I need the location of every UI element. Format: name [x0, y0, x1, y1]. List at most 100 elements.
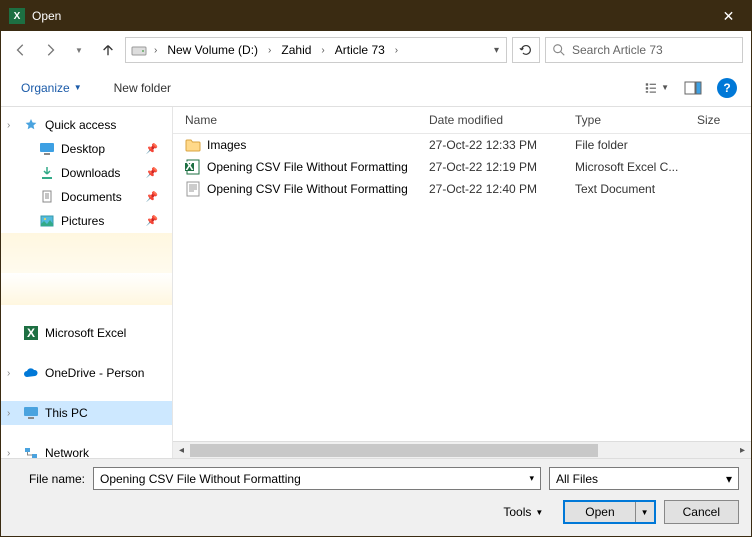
filename-input[interactable]: Opening CSV File Without Formatting ▾ — [93, 467, 541, 490]
sidebar-item-excel[interactable]: X Microsoft Excel — [1, 321, 172, 345]
svg-text:X: X — [185, 159, 193, 173]
excel-file-icon: X — [185, 159, 201, 175]
sidebar-item-onedrive[interactable]: › OneDrive - Person — [1, 361, 172, 385]
file-type: Text Document — [575, 182, 697, 196]
file-list: Name Date modified Type Size Images 27-O… — [173, 107, 751, 458]
filename-value: Opening CSV File Without Formatting — [100, 472, 301, 486]
sidebar-item-pictures[interactable]: Pictures 📌 — [1, 209, 172, 233]
chevron-right-icon: › — [7, 120, 10, 131]
cancel-label: Cancel — [683, 505, 720, 519]
horizontal-scrollbar[interactable]: ◂ ▸ — [173, 441, 751, 458]
sidebar-item-quick-access[interactable]: › Quick access — [1, 113, 172, 137]
sidebar-item-network[interactable]: › Network — [1, 441, 172, 458]
sidebar-item-documents[interactable]: Documents 📌 — [1, 185, 172, 209]
organize-button[interactable]: Organize▼ — [15, 77, 88, 99]
column-date[interactable]: Date modified — [429, 113, 575, 127]
sidebar-label: Desktop — [61, 142, 105, 156]
nav-back-button[interactable] — [9, 38, 33, 62]
crumb-sep-icon: › — [266, 45, 273, 56]
pictures-icon — [39, 213, 55, 229]
preview-pane-button[interactable] — [681, 76, 705, 100]
pin-icon: 📌 — [146, 192, 158, 203]
address-dropdown-icon[interactable]: ▾ — [491, 42, 502, 59]
filename-label: File name: — [13, 472, 85, 486]
pin-icon: 📌 — [146, 168, 158, 179]
file-date: 27-Oct-22 12:19 PM — [429, 160, 575, 174]
sidebar-label: Documents — [61, 190, 122, 204]
file-list-body[interactable]: Images 27-Oct-22 12:33 PM File folder XO… — [173, 134, 751, 441]
scroll-left-icon[interactable]: ◂ — [173, 442, 190, 459]
column-name[interactable]: Name — [173, 113, 429, 127]
column-type[interactable]: Type — [575, 113, 697, 127]
crumb-sep-icon: › — [152, 45, 159, 56]
file-row[interactable]: X Opening CSV File Without Formatting 27-… — [173, 156, 751, 178]
view-options-button[interactable]: ▼ — [645, 76, 669, 100]
file-row[interactable]: Images 27-Oct-22 12:33 PM File folder — [173, 134, 751, 156]
cancel-button[interactable]: Cancel — [664, 500, 739, 524]
scrollbar-thumb[interactable] — [190, 444, 598, 457]
sidebar-label: Network — [45, 446, 89, 458]
file-type-filter[interactable]: All Files ▾ — [549, 467, 739, 490]
drive-icon — [130, 41, 148, 59]
network-icon — [23, 445, 39, 458]
sidebar-item-downloads[interactable]: Downloads 📌 — [1, 161, 172, 185]
open-dialog: X Open ✕ ▼ › New Volume (D:) › Zahid › A… — [0, 0, 752, 537]
breadcrumb-item[interactable]: New Volume (D:) — [163, 40, 262, 60]
file-type: Microsoft Excel C... — [575, 160, 697, 174]
svg-text:X: X — [27, 326, 35, 340]
address-bar[interactable]: › New Volume (D:) › Zahid › Article 73 ›… — [125, 37, 507, 63]
nav-bar: ▼ › New Volume (D:) › Zahid › Article 73… — [1, 31, 751, 69]
close-button[interactable]: ✕ — [706, 1, 751, 31]
refresh-button[interactable] — [512, 37, 540, 63]
sidebar-label: Pictures — [61, 214, 104, 228]
help-button[interactable]: ? — [717, 78, 737, 98]
new-folder-button[interactable]: New folder — [108, 77, 177, 99]
open-label: Open — [565, 502, 635, 522]
tools-label: Tools — [503, 505, 531, 519]
nav-up-button[interactable] — [96, 38, 120, 62]
nav-recent-button[interactable]: ▼ — [67, 38, 91, 62]
search-input[interactable]: Search Article 73 — [545, 37, 743, 63]
open-button[interactable]: Open ▼ — [563, 500, 655, 524]
chevron-down-icon: ▼ — [74, 83, 82, 92]
pc-icon — [23, 405, 39, 421]
filter-value: All Files — [556, 472, 598, 486]
sidebar-label: Microsoft Excel — [45, 326, 126, 340]
column-headers: Name Date modified Type Size — [173, 107, 751, 134]
new-folder-label: New folder — [114, 81, 171, 95]
sidebar-item-blurred[interactable] — [1, 273, 172, 305]
content-body: › Quick access Desktop 📌 Downloads 📌 Doc… — [1, 107, 751, 458]
breadcrumb-item[interactable]: Article 73 — [331, 40, 389, 60]
file-date: 27-Oct-22 12:33 PM — [429, 138, 575, 152]
file-name: Opening CSV File Without Formatting — [207, 182, 408, 196]
text-file-icon — [185, 181, 201, 197]
file-name: Opening CSV File Without Formatting — [207, 160, 408, 174]
sidebar-label: Downloads — [61, 166, 120, 180]
breadcrumb-item[interactable]: Zahid — [277, 40, 315, 60]
navigation-pane: › Quick access Desktop 📌 Downloads 📌 Doc… — [1, 107, 173, 458]
window-title: Open — [32, 9, 706, 23]
cloud-icon — [23, 365, 39, 381]
open-split-icon[interactable]: ▼ — [636, 508, 654, 517]
sidebar-item-blurred[interactable] — [1, 233, 172, 273]
column-size[interactable]: Size — [697, 113, 720, 127]
desktop-icon — [39, 141, 55, 157]
scroll-right-icon[interactable]: ▸ — [734, 442, 751, 459]
file-row[interactable]: Opening CSV File Without Formatting 27-O… — [173, 178, 751, 200]
tools-button[interactable]: Tools▼ — [503, 505, 543, 519]
chevron-right-icon: › — [7, 408, 10, 419]
sidebar-label: Quick access — [45, 118, 116, 132]
dialog-footer: File name: Opening CSV File Without Form… — [1, 458, 751, 536]
nav-forward-button[interactable] — [38, 38, 62, 62]
chevron-down-icon: ▾ — [529, 473, 534, 484]
download-icon — [39, 165, 55, 181]
pin-icon: 📌 — [146, 216, 158, 227]
sidebar-label: OneDrive - Person — [45, 366, 144, 380]
sidebar-item-desktop[interactable]: Desktop 📌 — [1, 137, 172, 161]
crumb-sep-icon: › — [393, 45, 400, 56]
sidebar-item-this-pc[interactable]: › This PC — [1, 401, 172, 425]
star-icon — [23, 117, 39, 133]
sidebar-label: This PC — [45, 406, 88, 420]
crumb-sep-icon: › — [319, 45, 326, 56]
chevron-right-icon: › — [7, 368, 10, 379]
